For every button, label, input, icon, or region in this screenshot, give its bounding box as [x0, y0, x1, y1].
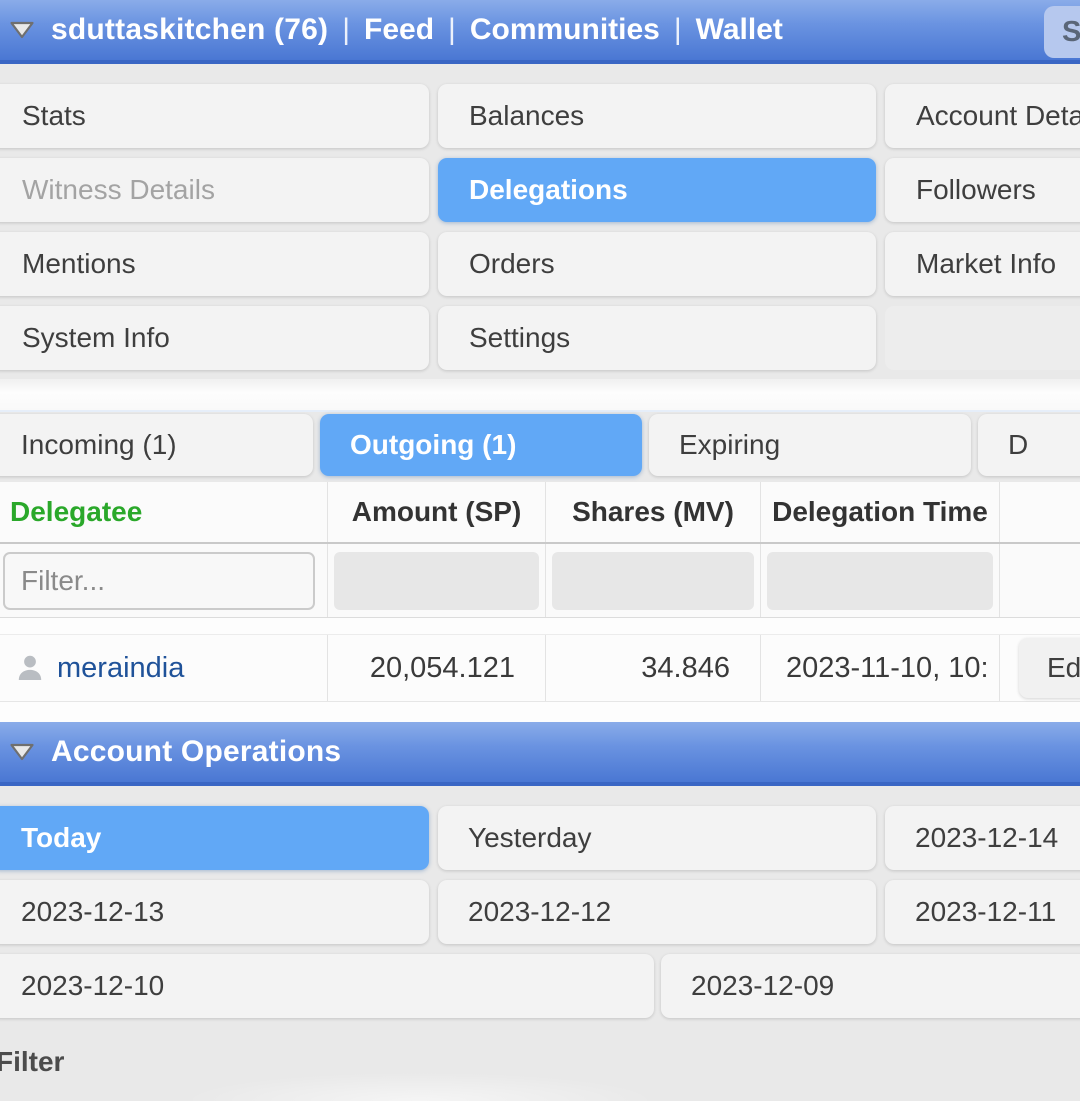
- amount-sp-value: 20,054.121: [369, 651, 515, 684]
- delegatee-filter-input[interactable]: [3, 551, 315, 610]
- nav-divider: |: [342, 13, 350, 46]
- account-operations-title: Account Operations: [51, 735, 342, 768]
- date-button-2023-12-10[interactable]: 2023-12-10: [0, 954, 654, 1018]
- tab-delegations[interactable]: Delegations: [438, 158, 876, 222]
- nav-link-communities[interactable]: Communities: [470, 13, 660, 47]
- tab-settings[interactable]: Settings: [438, 306, 876, 370]
- table-spacer: [0, 618, 1080, 634]
- delegations-table: Delegatee Amount (SP) Shares (MV) Delega…: [0, 482, 1080, 722]
- date-button-yesterday[interactable]: Yesterday: [438, 806, 876, 870]
- tab-account-details[interactable]: Account Details: [885, 84, 1080, 148]
- subtab-cutoff[interactable]: D: [978, 414, 1080, 476]
- person-icon: [18, 655, 42, 680]
- delegatee-link[interactable]: meraindia: [57, 652, 184, 685]
- date-button-today[interactable]: Today: [0, 806, 429, 870]
- table-filter-row: [0, 544, 1080, 618]
- app-viewport: sduttaskitchen (76) | Feed | Communities…: [0, 0, 1080, 1101]
- header-corner-button[interactable]: ST: [1044, 6, 1080, 58]
- table-header-row: Delegatee Amount (SP) Shares (MV) Delega…: [0, 482, 1080, 544]
- tab-market-info[interactable]: Market Info: [885, 232, 1080, 296]
- date-button-2023-12-12[interactable]: 2023-12-12: [438, 880, 876, 944]
- column-header-shares-mv[interactable]: Shares (MV): [546, 496, 760, 528]
- main-tab-grid: Stats Balances Account Details Witness D…: [0, 84, 1080, 370]
- date-button-2023-12-14[interactable]: 2023-12-14: [885, 806, 1080, 870]
- account-header-bar: sduttaskitchen (76) | Feed | Communities…: [0, 0, 1080, 64]
- collapse-triangle-icon[interactable]: [8, 19, 36, 41]
- tab-balances[interactable]: Balances: [438, 84, 876, 148]
- delegation-subtabs: Incoming (1) Outgoing (1) Expiring D: [0, 414, 1080, 476]
- tab-mentions[interactable]: Mentions: [0, 232, 429, 296]
- tab-witness-details: Witness Details: [0, 158, 429, 222]
- column-header-delegatee[interactable]: Delegatee: [0, 496, 327, 528]
- subtab-outgoing[interactable]: Outgoing (1): [320, 414, 642, 476]
- filter-disabled-box: [552, 551, 754, 610]
- filter-disabled-box: [334, 551, 539, 610]
- subtab-expiring[interactable]: Expiring: [649, 414, 971, 476]
- tab-empty-cell: [885, 306, 1080, 370]
- tab-stats[interactable]: Stats: [0, 84, 429, 148]
- column-header-amount-sp[interactable]: Amount (SP): [328, 496, 545, 528]
- date-button-grid: Today Yesterday 2023-12-14 2023-12-13 20…: [0, 806, 1080, 944]
- table-bottom-spacer: [0, 702, 1080, 722]
- tab-system-info[interactable]: System Info: [0, 306, 429, 370]
- subtab-incoming[interactable]: Incoming (1): [0, 414, 313, 476]
- nav-link-feed[interactable]: Feed: [364, 13, 434, 47]
- nav-divider: |: [673, 13, 682, 46]
- date-button-2023-12-11[interactable]: 2023-12-11: [885, 880, 1080, 944]
- nav-divider: |: [448, 13, 456, 46]
- table-row: meraindia 20,054.121 34.846 2023-11-10, …: [0, 634, 1080, 702]
- page-content: sduttaskitchen (76) | Feed | Communities…: [0, 0, 1080, 1078]
- delegation-time-value: 2023-11-10, 10:: [786, 651, 989, 684]
- account-title[interactable]: sduttaskitchen (76): [51, 13, 328, 47]
- tab-orders[interactable]: Orders: [438, 232, 876, 296]
- nav-link-wallet[interactable]: Wallet: [696, 13, 783, 47]
- filter-disabled-box: [767, 551, 993, 610]
- collapse-triangle-icon[interactable]: [8, 741, 36, 763]
- date-button-wide-row: 2023-12-10 2023-12-09: [0, 954, 1080, 1018]
- column-header-actions: [1000, 482, 1080, 542]
- column-header-delegation-time[interactable]: Delegation Time: [761, 496, 999, 528]
- operations-filter-label: Filter: [0, 1046, 65, 1077]
- section-divider-band: [0, 379, 1080, 412]
- date-button-2023-12-09[interactable]: 2023-12-09: [661, 954, 1080, 1018]
- tab-followers[interactable]: Followers: [885, 158, 1080, 222]
- shares-mv-value: 34.846: [641, 651, 730, 684]
- date-button-2023-12-13[interactable]: 2023-12-13: [0, 880, 429, 944]
- edit-delegation-button[interactable]: Edit: [1019, 638, 1080, 698]
- account-operations-bar: Account Operations: [0, 722, 1080, 786]
